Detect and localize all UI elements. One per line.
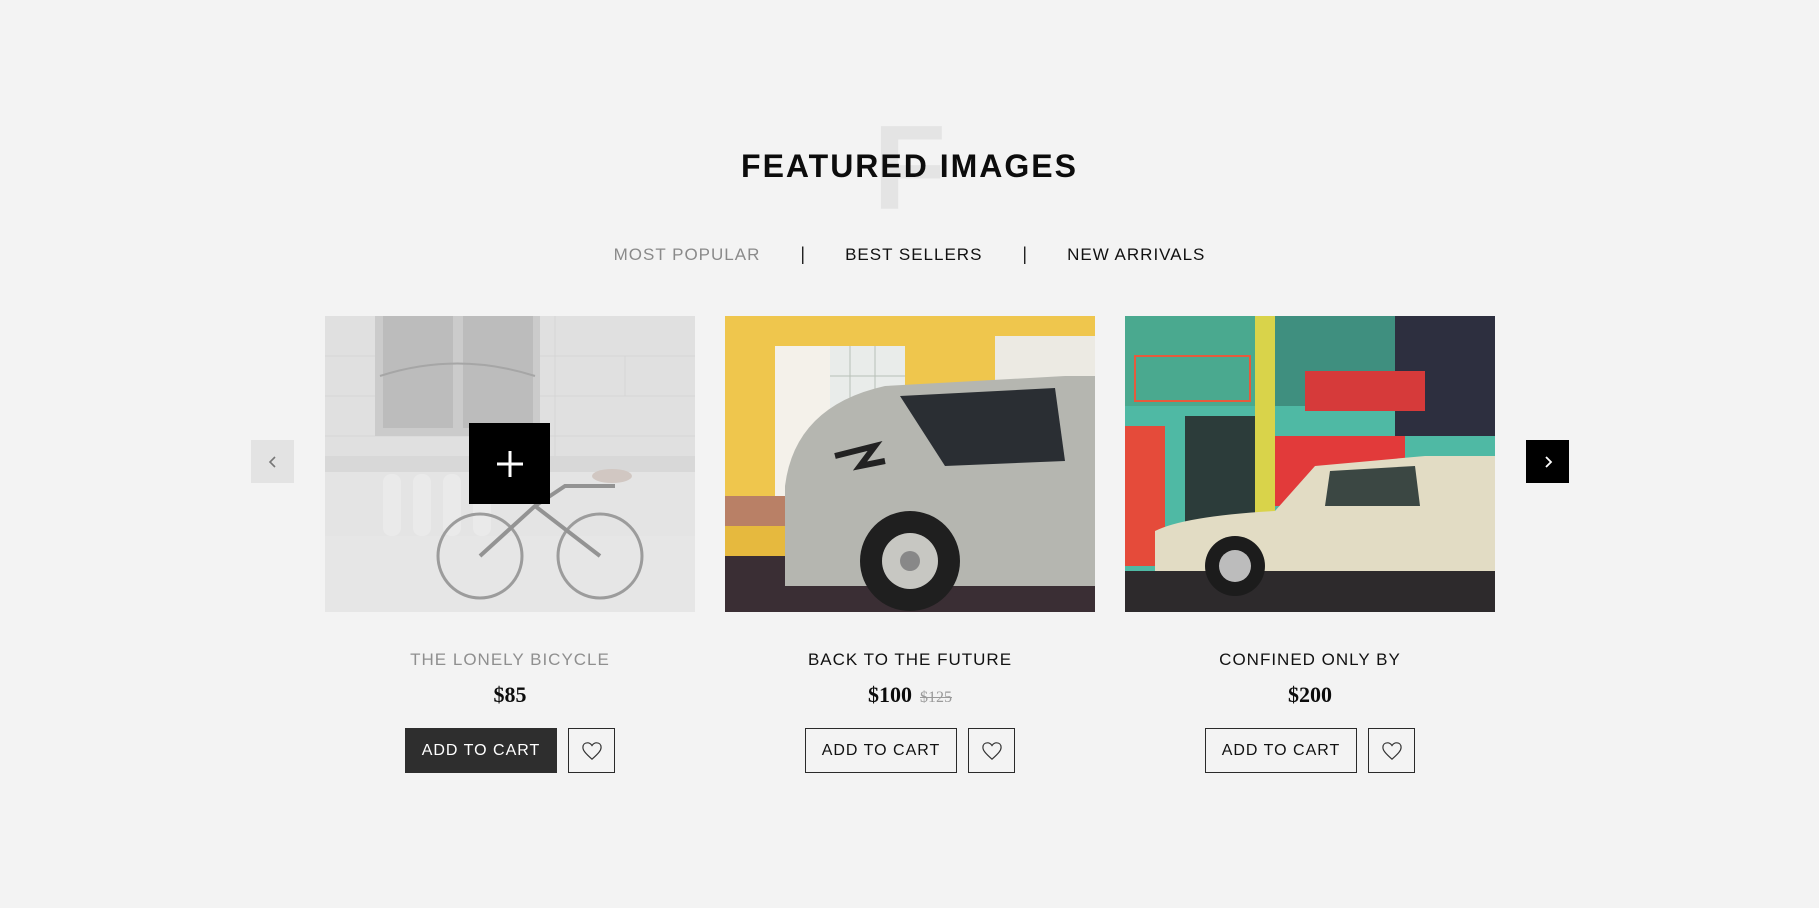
price-row: $200 — [1125, 682, 1495, 708]
silver-car-photo — [725, 316, 1095, 612]
heart-icon — [581, 741, 602, 760]
section-header: F FEATURED IMAGES — [0, 108, 1819, 228]
product-image[interactable] — [725, 316, 1095, 612]
mural-car-photo — [1125, 316, 1495, 612]
product-old-price: $125 — [920, 689, 952, 706]
tab-separator: | — [800, 244, 806, 264]
product-actions: ADD TO CART — [725, 728, 1095, 773]
product-title[interactable]: THE LONELY BICYCLE — [325, 650, 695, 670]
plus-icon — [496, 450, 523, 477]
featured-images-section: F FEATURED IMAGES MOST POPULAR | BEST SE… — [0, 0, 1819, 908]
product-card: CONFINED ONLY BY $200 ADD TO CART — [1125, 316, 1495, 773]
chevron-left-icon — [268, 455, 276, 468]
product-title[interactable]: BACK TO THE FUTURE — [725, 650, 1095, 670]
product-price: $100 — [868, 682, 912, 707]
product-actions: ADD TO CART — [1125, 728, 1495, 773]
price-row: $100 $125 — [725, 682, 1095, 708]
wishlist-button[interactable] — [1368, 728, 1415, 773]
heart-icon — [1381, 741, 1402, 760]
wishlist-button[interactable] — [968, 728, 1015, 773]
filter-tabs: MOST POPULAR | BEST SELLERS | NEW ARRIVA… — [0, 244, 1819, 265]
product-title[interactable]: CONFINED ONLY BY — [1125, 650, 1495, 670]
tab-most-popular[interactable]: MOST POPULAR — [614, 245, 761, 265]
add-to-cart-button[interactable]: ADD TO CART — [805, 728, 957, 773]
product-price: $200 — [1288, 682, 1332, 707]
add-to-cart-button[interactable]: ADD TO CART — [1205, 728, 1357, 773]
carousel-next-button[interactable] — [1526, 440, 1569, 483]
heart-icon — [981, 741, 1002, 760]
product-card: THE LONELY BICYCLE $85 ADD TO CART — [325, 316, 695, 773]
price-row: $85 — [325, 682, 695, 708]
chevron-right-icon — [1544, 455, 1552, 468]
product-card: BACK TO THE FUTURE $100 $125 ADD TO CART — [725, 316, 1095, 773]
section-title: FEATURED IMAGES — [741, 148, 1078, 184]
tab-best-sellers[interactable]: BEST SELLERS — [845, 245, 982, 265]
carousel-prev-button[interactable] — [251, 440, 294, 483]
wishlist-button[interactable] — [568, 728, 615, 773]
quick-view-button[interactable] — [469, 423, 550, 504]
tab-separator: | — [1022, 244, 1028, 264]
tab-new-arrivals[interactable]: NEW ARRIVALS — [1067, 245, 1205, 265]
product-image[interactable] — [1125, 316, 1495, 612]
product-image[interactable] — [325, 316, 695, 612]
add-to-cart-button[interactable]: ADD TO CART — [405, 728, 557, 773]
product-actions: ADD TO CART — [325, 728, 695, 773]
product-price: $85 — [493, 682, 527, 707]
